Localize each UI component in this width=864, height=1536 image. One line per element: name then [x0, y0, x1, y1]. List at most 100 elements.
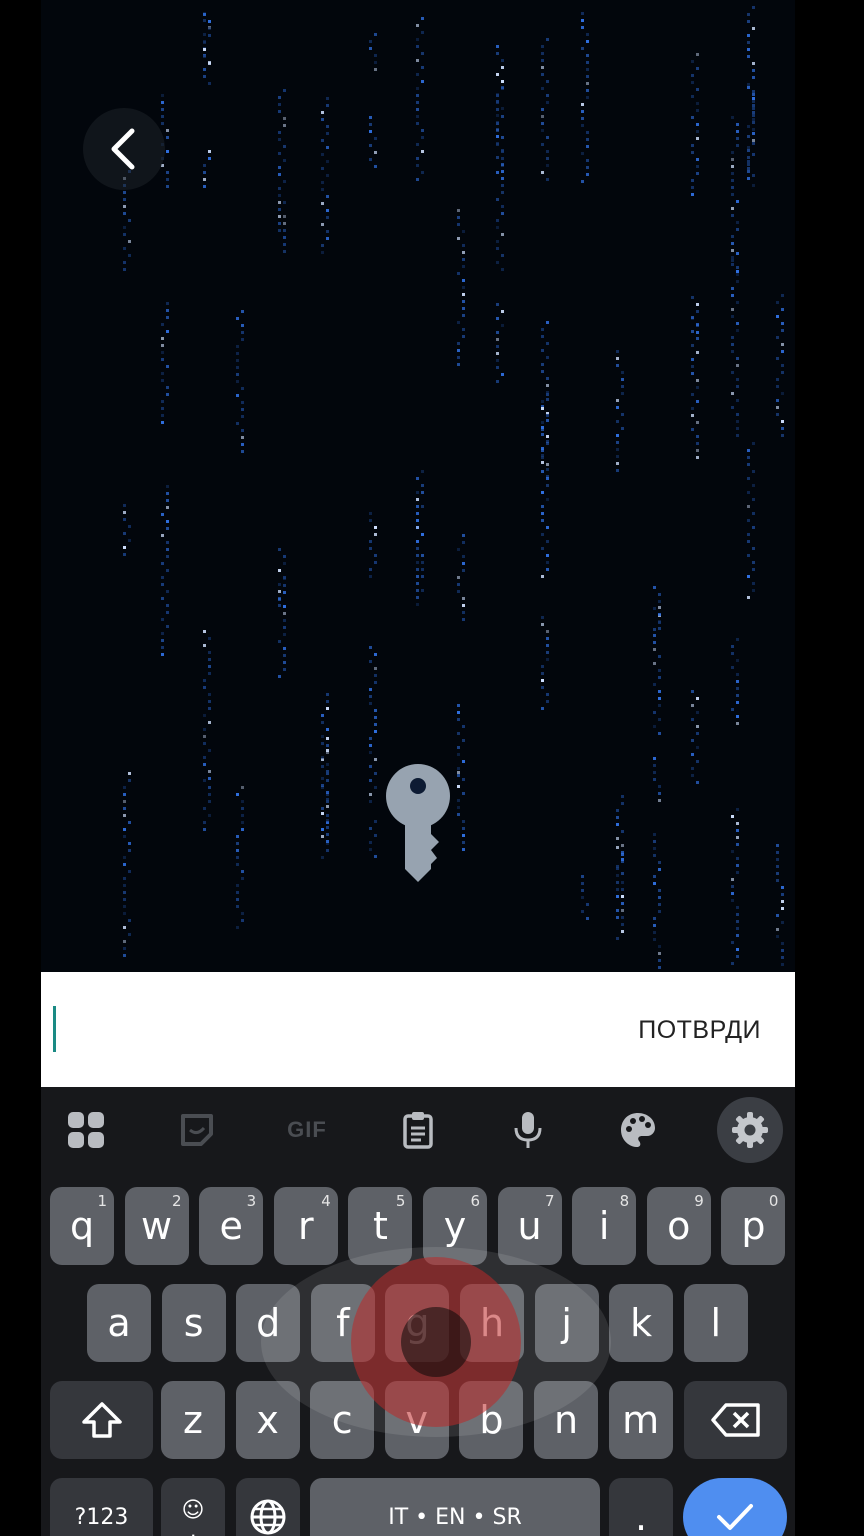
key-i-label: i: [598, 1204, 610, 1248]
key-p-label: p: [741, 1204, 766, 1248]
gif-button[interactable]: GIF: [272, 1095, 342, 1165]
space-key-label: IT • EN • SR: [388, 1504, 522, 1530]
palette-button[interactable]: [603, 1095, 673, 1165]
key-g-label: g: [405, 1301, 430, 1345]
palette-icon: [621, 1113, 655, 1147]
shift-key[interactable]: [50, 1381, 153, 1459]
symbols-key[interactable]: ?123: [50, 1478, 153, 1536]
key-g[interactable]: g: [385, 1284, 450, 1362]
key-w-label: w: [141, 1204, 173, 1248]
key-f-label: f: [336, 1301, 350, 1345]
key-k-label: k: [630, 1301, 653, 1345]
key-t[interactable]: t5: [348, 1187, 413, 1265]
key-hint: 5: [395, 1192, 406, 1210]
key-w[interactable]: w2: [124, 1187, 189, 1265]
globe-icon: [250, 1499, 286, 1535]
key-q-label: q: [69, 1204, 95, 1248]
key-m[interactable]: m: [608, 1381, 673, 1459]
key-k[interactable]: k: [609, 1284, 674, 1362]
backspace-icon: [710, 1403, 760, 1437]
key-hint: 3: [246, 1192, 257, 1210]
key-hint: 4: [321, 1192, 331, 1210]
key-hint: 7: [545, 1192, 555, 1210]
key-x-label: x: [256, 1398, 279, 1442]
emoji-key[interactable]: ☺,: [161, 1478, 225, 1536]
key-r-label: r: [297, 1204, 314, 1248]
password-input[interactable]: [53, 1006, 56, 1052]
key-hint: 6: [470, 1192, 480, 1210]
key-v[interactable]: v: [384, 1381, 449, 1459]
key-m-label: m: [622, 1398, 660, 1442]
key-v-label: v: [405, 1398, 429, 1442]
key-s[interactable]: s: [161, 1284, 226, 1362]
key-z[interactable]: z: [161, 1381, 225, 1459]
password-input-bar: ПОТВРДИ: [41, 972, 795, 1087]
settings-button[interactable]: [717, 1097, 783, 1163]
key-p[interactable]: p0: [721, 1187, 786, 1265]
key-z-label: z: [183, 1398, 203, 1442]
key-e-label: e: [219, 1204, 243, 1248]
key-l[interactable]: l: [683, 1284, 748, 1362]
chevron-left-icon: [111, 128, 135, 170]
key-j[interactable]: j: [534, 1284, 599, 1362]
key-e[interactable]: e3: [199, 1187, 264, 1265]
mic-button[interactable]: [493, 1095, 563, 1165]
key-t-label: t: [372, 1204, 388, 1248]
key-u-label: u: [517, 1204, 542, 1248]
key-a-label: a: [107, 1301, 131, 1345]
key-q[interactable]: q1: [50, 1187, 114, 1265]
backspace-key[interactable]: [684, 1381, 787, 1459]
app-screen: ПОТВРДИ GIF q 1 w 2 e 3 r 4 t 5 y 6 u 7 …: [41, 0, 795, 1536]
key-c[interactable]: c: [310, 1381, 375, 1459]
key-icon: [386, 764, 450, 882]
key-j-label: j: [561, 1301, 572, 1345]
apps-grid-icon: [68, 1112, 104, 1148]
period-key[interactable]: .: [609, 1478, 673, 1536]
symbols-key-label: ?123: [74, 1504, 129, 1530]
key-n-label: n: [553, 1398, 579, 1442]
apps-grid-button[interactable]: [51, 1095, 121, 1165]
key-c-label: c: [331, 1398, 353, 1442]
check-icon: [717, 1504, 753, 1530]
key-hint: 1: [97, 1192, 107, 1210]
gif-label: GIF: [287, 1117, 327, 1142]
key-y-label: y: [443, 1204, 467, 1248]
mic-icon: [514, 1112, 542, 1148]
gear-icon: [732, 1112, 768, 1148]
key-h[interactable]: h: [460, 1284, 524, 1362]
key-u[interactable]: u7: [497, 1187, 562, 1265]
clipboard-icon: [403, 1112, 433, 1149]
shift-icon: [81, 1402, 122, 1438]
key-r[interactable]: r4: [273, 1187, 338, 1265]
key-y[interactable]: y6: [423, 1187, 487, 1265]
sticker-icon: [181, 1114, 213, 1146]
confirm-button[interactable]: ПОТВРДИ: [638, 1016, 761, 1045]
key-a[interactable]: a: [87, 1284, 151, 1362]
key-s-label: s: [183, 1301, 204, 1345]
enter-key[interactable]: [683, 1478, 787, 1536]
key-h-label: h: [479, 1301, 505, 1345]
comma-label: ,: [189, 1517, 197, 1536]
key-b[interactable]: b: [459, 1381, 524, 1459]
key-o-label: o: [667, 1204, 691, 1248]
key-i[interactable]: i8: [572, 1187, 637, 1265]
clipboard-button[interactable]: [383, 1095, 453, 1165]
sticker-button[interactable]: [162, 1095, 232, 1165]
key-hint: 9: [694, 1192, 704, 1210]
space-key[interactable]: IT • EN • SR: [310, 1478, 600, 1536]
key-hint: 0: [768, 1192, 779, 1210]
key-o[interactable]: o9: [646, 1187, 711, 1265]
soft-keyboard: GIF q 1 w 2 e 3 r 4 t 5 y 6 u 7 i 8 o 9 …: [41, 1087, 795, 1536]
period-key-label: .: [634, 1495, 648, 1536]
key-hint: 2: [172, 1192, 182, 1210]
key-d-label: d: [256, 1301, 281, 1345]
key-d[interactable]: d: [236, 1284, 301, 1362]
back-button[interactable]: [83, 108, 165, 190]
key-l-label: l: [710, 1301, 722, 1345]
key-x[interactable]: x: [235, 1381, 300, 1459]
key-hint: 8: [619, 1192, 630, 1210]
key-f[interactable]: f: [310, 1284, 375, 1362]
key-b-label: b: [479, 1398, 504, 1442]
language-switch-key[interactable]: [236, 1478, 300, 1536]
key-n[interactable]: n: [534, 1381, 598, 1459]
